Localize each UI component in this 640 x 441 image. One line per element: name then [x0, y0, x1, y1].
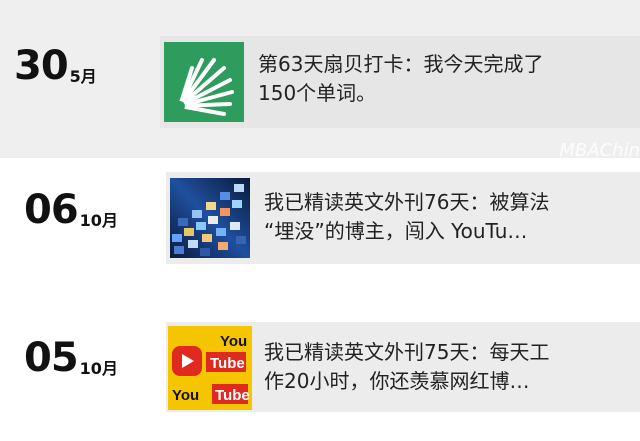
article-title-line-1: 我已精读英文外刊76天：被算法: [264, 190, 550, 214]
video-wall-image: [170, 178, 250, 258]
thumb-text-bottom-left: You: [172, 387, 199, 404]
post-row[interactable]: 06 10月 我已精读英文外刊76天：被算法 “埋没”的博主，闯入 YouTu…: [0, 158, 640, 298]
date-month: 10月: [79, 211, 118, 230]
date-day: 05: [24, 335, 79, 381]
youtube-logo-icon: You Tube You Tube: [168, 326, 252, 410]
article-title: 我已精读英文外刊76天：被算法 “埋没”的博主，闯入 YouTu…: [264, 188, 636, 246]
date-month: 10月: [79, 359, 118, 378]
post-date: 06 10月: [24, 190, 118, 230]
date-day: 06: [24, 187, 79, 233]
article-title-line-1: 第63天扇贝打卡：我今天完成了: [258, 52, 544, 76]
post-row[interactable]: 30 5月 第63天扇贝打卡：我今天完成了 150个单词。 MBAChin: [0, 0, 640, 161]
article-card[interactable]: 我已精读英文外刊76天：被算法 “埋没”的博主，闯入 YouTu…: [166, 172, 640, 264]
date-month: 5月: [69, 67, 97, 86]
thumb-text-top: You: [220, 333, 247, 350]
article-card[interactable]: 第63天扇贝打卡：我今天完成了 150个单词。: [160, 36, 640, 128]
article-title: 我已精读英文外刊75天：每天工 作20小时，你还羡慕网红博…: [264, 338, 636, 396]
post-date: 05 10月: [24, 338, 118, 378]
article-title-line-2: 150个单词。: [258, 81, 377, 105]
thumb-text-bottom-right: Tube: [215, 387, 250, 404]
article-card[interactable]: You Tube You Tube 我已精读英文外刊75天：每天工 作20小时，…: [166, 322, 640, 412]
article-title-line-1: 我已精读英文外刊75天：每天工: [264, 340, 550, 364]
article-title: 第63天扇贝打卡：我今天完成了 150个单词。: [258, 50, 636, 108]
article-title-line-2: “埋没”的博主，闯入 YouTu…: [264, 219, 528, 243]
shanbay-fan-logo-icon: [164, 42, 244, 122]
date-day: 30: [14, 43, 69, 89]
thumb-text-mid: Tube: [210, 355, 245, 372]
post-row[interactable]: 05 10月 You Tube You Tube 我已精读英文外刊75天：每天工…: [0, 298, 640, 441]
article-title-line-2: 作20小时，你还羡慕网红博…: [264, 369, 530, 393]
post-date: 30 5月: [14, 46, 97, 86]
